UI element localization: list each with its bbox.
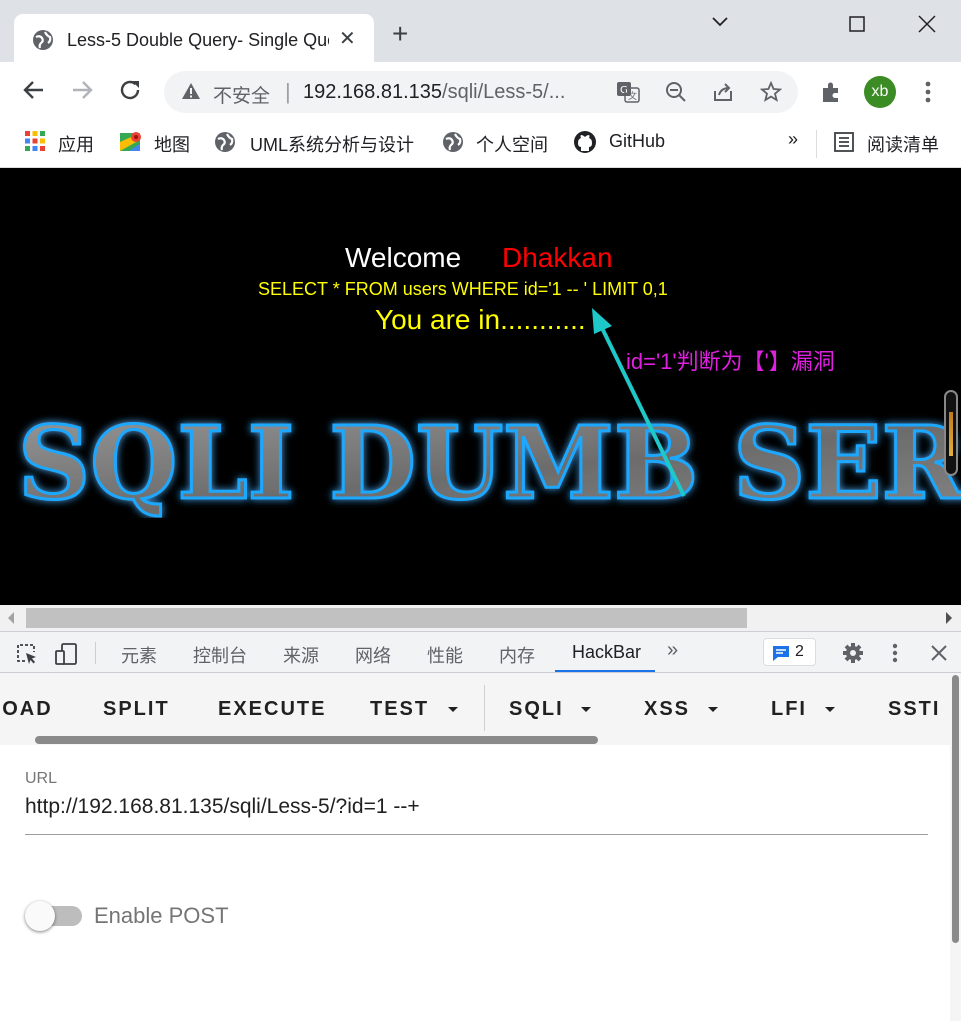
url-input-underline — [25, 834, 928, 835]
load-button[interactable]: LOAD — [0, 698, 53, 721]
globe-icon — [215, 132, 235, 152]
bookmark-star-icon[interactable] — [760, 81, 782, 103]
browser-tab[interactable]: Less-5 Double Query- Single Quotes- Stri… — [14, 14, 374, 62]
xss-button[interactable]: XSS — [644, 698, 690, 721]
scroll-right-icon[interactable] — [945, 612, 953, 624]
ssti-button[interactable]: SSTI — [888, 698, 940, 721]
active-tab-indicator — [555, 670, 655, 672]
window-close-icon[interactable] — [918, 15, 936, 33]
svg-text:文: 文 — [628, 90, 637, 102]
hackbar-body: URL http://192.168.81.135/sqli/Less-5/?i… — [0, 745, 950, 1021]
horizontal-scrollbar[interactable] — [0, 605, 961, 631]
enable-post-label: Enable POST — [94, 903, 229, 928]
annotation-arrow — [592, 308, 686, 497]
page-content: Welcome Dhakkan SELECT * FROM users WHER… — [0, 168, 961, 605]
lfi-dropdown-icon[interactable] — [825, 707, 835, 712]
url-path: /sqli/Less-5/... — [442, 81, 566, 103]
message-icon — [773, 646, 789, 661]
bookmarks-divider — [816, 130, 817, 158]
warning-icon[interactable] — [181, 82, 201, 100]
split-button[interactable]: SPLIT — [103, 698, 170, 721]
globe-icon — [443, 132, 463, 152]
test-button[interactable]: TEST — [370, 698, 429, 721]
apps-grid-icon — [25, 131, 45, 151]
tab-hackbar[interactable]: HackBar — [572, 642, 641, 663]
hackbar-divider — [484, 685, 485, 731]
bookmarks-more-button[interactable]: » — [788, 129, 798, 150]
tab-title: Less-5 Double Query- Single Quotes- Stri… — [67, 30, 329, 50]
bookmark-maps[interactable]: 地图 — [154, 131, 190, 157]
xss-dropdown-icon[interactable] — [708, 707, 718, 712]
url-text[interactable]: 192.168.81.135/sqli/Less-5/... — [303, 81, 565, 104]
bookmark-apps[interactable]: 应用 — [58, 131, 94, 157]
url-input[interactable]: http://192.168.81.135/sqli/Less-5/?id=1 … — [25, 795, 420, 819]
svg-text:G: G — [620, 85, 628, 96]
translate-icon[interactable]: G文 — [616, 81, 640, 103]
tab-console[interactable]: 控制台 — [193, 642, 247, 668]
execute-button[interactable]: EXECUTE — [218, 698, 326, 721]
inspect-element-icon[interactable] — [16, 643, 38, 665]
lfi-button[interactable]: LFI — [771, 698, 807, 721]
tab-search-icon[interactable] — [711, 16, 729, 28]
bookmark-uml[interactable]: UML系统分析与设计 — [250, 131, 414, 157]
bookmarks-bar: 应用 地图 UML系统分析与设计 个人空间 GitHub » 阅读清单 — [0, 122, 961, 168]
devtools-vertical-scroll-thumb[interactable] — [952, 675, 959, 943]
devtools-menu-icon[interactable] — [892, 643, 898, 663]
bookmark-github[interactable]: GitHub — [609, 131, 665, 152]
settings-gear-icon[interactable] — [842, 642, 864, 664]
tab-memory[interactable]: 内存 — [499, 642, 535, 668]
tab-sources[interactable]: 来源 — [283, 642, 319, 668]
new-tab-button[interactable]: + — [392, 20, 408, 48]
security-label: 不安全 — [213, 86, 271, 107]
reading-list-button[interactable]: 阅读清单 — [867, 131, 939, 157]
sqli-button[interactable]: SQLI — [509, 698, 564, 721]
devtools-more-tabs[interactable]: » — [667, 639, 678, 662]
bookmark-personal-space[interactable]: 个人空间 — [476, 131, 548, 157]
horizontal-scroll-thumb[interactable] — [26, 608, 747, 628]
hackbar-toolbar-scroll-thumb[interactable] — [35, 736, 598, 744]
back-icon[interactable] — [22, 78, 46, 102]
devtools-vertical-scrollbar[interactable] — [950, 673, 961, 1021]
tab-strip: Less-5 Double Query- Single Quotes- Stri… — [0, 0, 961, 62]
tab-performance[interactable]: 性能 — [427, 642, 463, 668]
address-bar[interactable]: 不安全 | 192.168.81.135/sqli/Less-5/... G文 — [164, 71, 798, 113]
profile-avatar[interactable]: xb — [864, 76, 896, 108]
tab-network[interactable]: 网络 — [355, 642, 391, 668]
maps-icon — [120, 132, 141, 151]
issues-badge[interactable]: 2 — [763, 638, 816, 666]
sqli-dropdown-icon[interactable] — [581, 707, 591, 712]
hackbar-toolbar: LOAD SPLIT EXECUTE TEST SQLI XSS LFI SST… — [0, 673, 950, 745]
github-icon — [574, 131, 596, 153]
issues-count: 2 — [795, 643, 804, 660]
enable-post-toggle-knob[interactable] — [25, 901, 55, 931]
url-host: 192.168.81.135 — [303, 81, 443, 103]
reading-list-icon — [834, 132, 854, 152]
zoom-out-icon[interactable] — [665, 81, 687, 103]
scroll-left-icon[interactable] — [7, 612, 15, 624]
share-icon[interactable] — [712, 81, 734, 103]
maximize-icon[interactable] — [849, 16, 865, 32]
browser-toolbar: 不安全 | 192.168.81.135/sqli/Less-5/... G文 … — [0, 62, 961, 122]
globe-icon — [33, 30, 53, 50]
page-side-scroll[interactable] — [944, 390, 958, 476]
devtools-tabbar: 元素 控制台 来源 网络 性能 内存 HackBar » 2 — [0, 631, 961, 673]
extensions-icon[interactable] — [820, 80, 844, 104]
test-dropdown-icon[interactable] — [448, 707, 458, 712]
tab-close-icon[interactable]: ✕ — [339, 26, 356, 51]
tab-elements[interactable]: 元素 — [121, 642, 157, 668]
reload-icon[interactable] — [118, 78, 142, 102]
url-label: URL — [25, 770, 58, 787]
url-separator: | — [285, 79, 291, 104]
device-toolbar-icon[interactable] — [54, 642, 78, 666]
devtools-divider — [95, 642, 96, 664]
menu-icon[interactable] — [924, 81, 932, 103]
forward-icon[interactable] — [70, 78, 94, 102]
devtools-close-icon[interactable] — [931, 645, 947, 661]
